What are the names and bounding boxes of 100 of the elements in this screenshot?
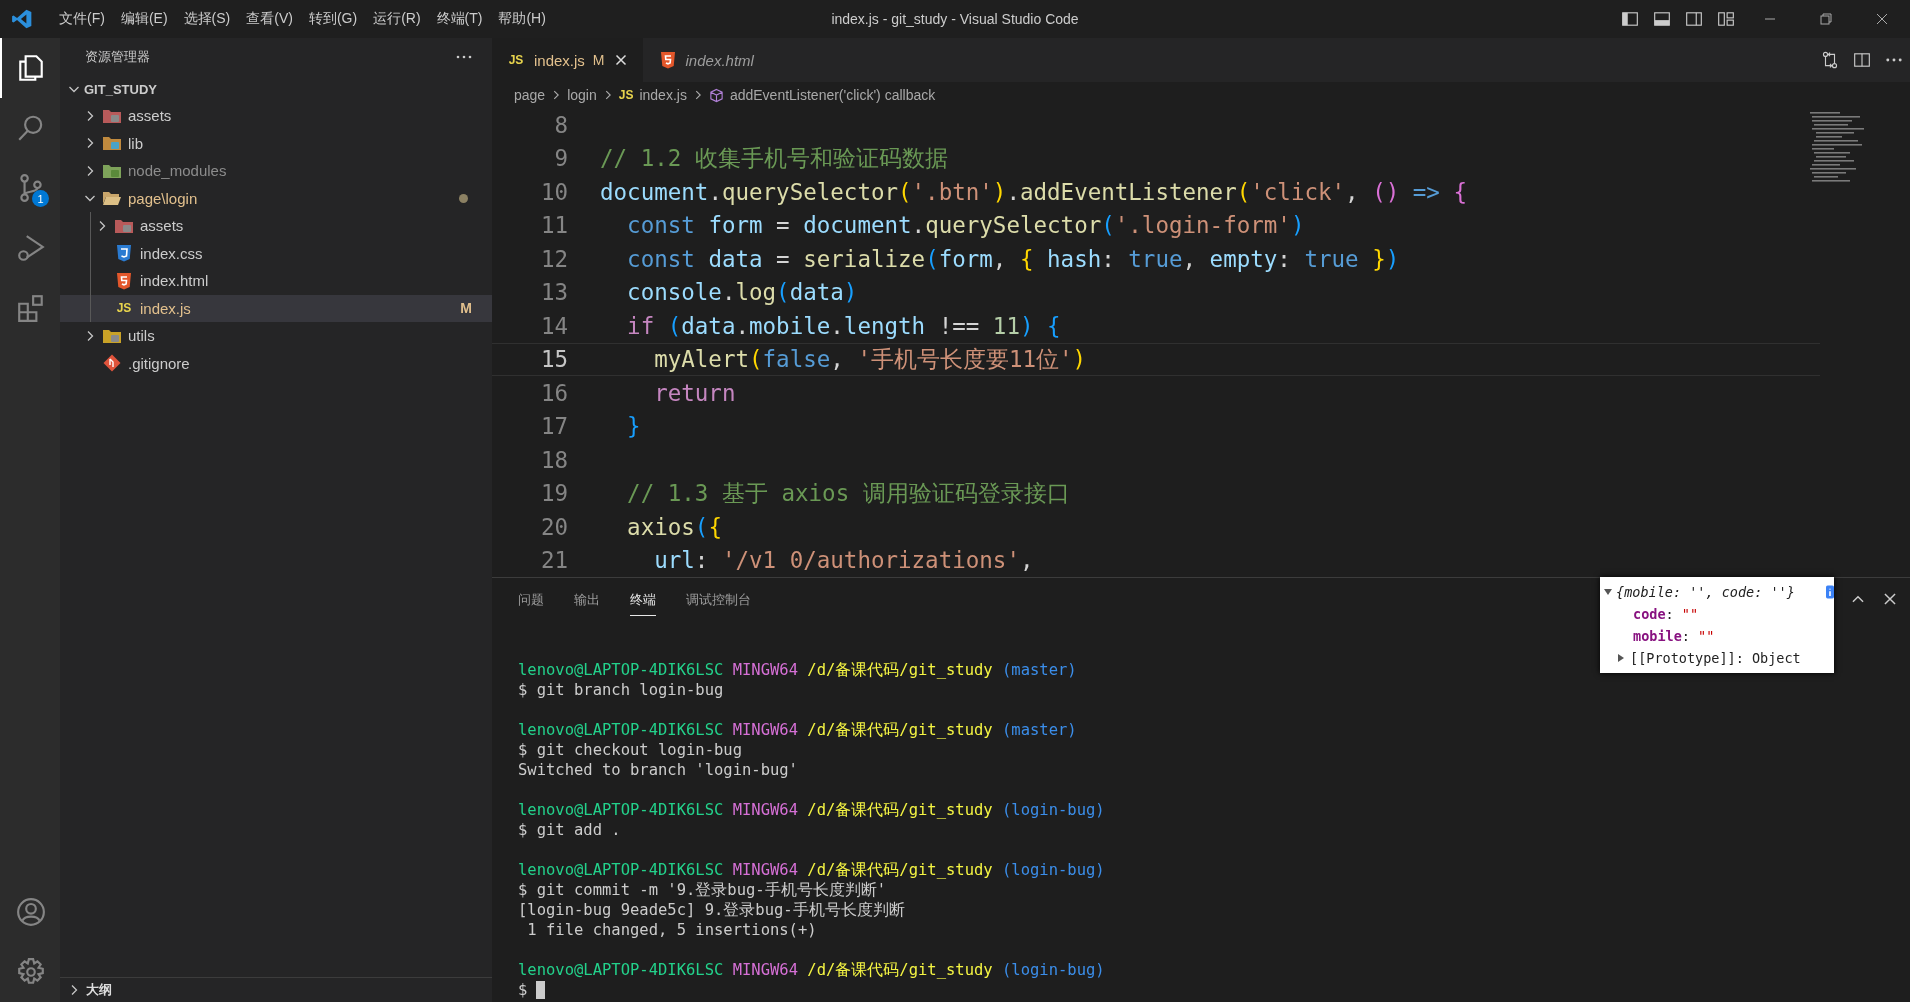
code-line: document.querySelector('.btn').addEventListener('click', () => {	[600, 178, 1467, 205]
layout-grid-icon[interactable]	[1717, 10, 1735, 28]
terminal-line: 1 file changed, 5 insertions(+)	[526, 920, 818, 940]
terminal-line: $ git add .	[518, 820, 622, 840]
menu-item[interactable]: 查看(V)	[238, 6, 301, 32]
line-number: 18	[539, 446, 568, 473]
text-cursor	[536, 981, 546, 999]
terminal-line: $	[518, 980, 528, 1000]
modified-dot	[459, 193, 468, 203]
breadcrumb-item[interactable]: login	[567, 87, 597, 103]
code-line: console.log(data)	[626, 279, 858, 306]
tree-item[interactable]: index.css	[60, 239, 492, 267]
menu-item[interactable]: 编辑(E)	[112, 6, 176, 32]
menu-item[interactable]: 帮助(H)	[490, 6, 554, 32]
settings-icon	[16, 957, 46, 987]
tree-item[interactable]: .gitignore	[60, 349, 492, 377]
panel-toggle-icon[interactable]	[1653, 10, 1671, 28]
code-line: axios({	[626, 513, 722, 540]
close-icon[interactable]	[1874, 11, 1890, 27]
object-property: mobile: ""	[1632, 627, 1716, 646]
restore-icon[interactable]	[1818, 11, 1834, 27]
tree-item[interactable]: index.html	[60, 267, 492, 295]
close-icon[interactable]	[1881, 590, 1899, 608]
menu-item[interactable]: 运行(R)	[365, 6, 429, 32]
tree-item[interactable]: node_modules	[60, 157, 492, 185]
split-editor-icon[interactable]	[1853, 51, 1871, 69]
run-debug-icon	[16, 233, 46, 263]
object-property: code: ""	[1632, 605, 1700, 624]
sidebar-title: 资源管理器	[85, 48, 150, 66]
editor-tab[interactable]: index.html	[643, 38, 769, 82]
editor-tab[interactable]: JS index.js M	[492, 38, 644, 82]
line-number: 16	[539, 379, 568, 406]
terminal-line: lenovo@LAPTOP-4DIK6LSC MINGW64 /d/备课代码/git_study (login-bug)	[518, 800, 1106, 820]
panel-tab[interactable]: 问题	[518, 584, 544, 616]
menu-item[interactable]: 终端(T)	[428, 6, 491, 32]
menu-item[interactable]: 文件(F)	[51, 6, 113, 32]
tree-item[interactable]: utils	[60, 322, 492, 350]
terminal-line: lenovo@LAPTOP-4DIK6LSC MINGW64 /d/备课代码/git_study (master)	[518, 720, 1078, 740]
terminal-line: $ git branch login-bug	[518, 680, 725, 700]
line-number: 13	[539, 279, 568, 306]
split-layout-icon[interactable]	[1685, 10, 1703, 28]
terminal-line: $ git commit -m '9.登录bug-手机号长度判断'	[518, 880, 887, 900]
tree-item[interactable]: lib	[60, 129, 492, 157]
collapsed-triangle-icon[interactable]	[1616, 653, 1626, 663]
file-type-label: JS	[507, 53, 525, 67]
diamond-icon	[102, 353, 122, 374]
code-line: if (data.mobile.length !== 11) {	[626, 312, 1061, 339]
line-number: 15	[539, 346, 568, 373]
line-number: 20	[539, 513, 568, 540]
extensions-icon	[16, 293, 46, 323]
code-line: return	[653, 379, 736, 406]
line-number: 14	[539, 312, 568, 339]
terminal-line: lenovo@LAPTOP-4DIK6LSC MINGW64 /d/备课代码/git_study (login-bug)	[518, 960, 1106, 980]
compare-icon[interactable]	[1821, 51, 1839, 69]
panel-tab[interactable]: 调试控制台	[686, 584, 751, 616]
window-title: index.js - git_study - Visual Studio Code	[831, 11, 1079, 27]
shield-icon	[114, 270, 134, 291]
terminal-line: [login-bug 9eade5c] 9.登录bug-手机号长度判断	[518, 900, 906, 920]
line-number: 11	[539, 212, 568, 239]
panel-tab[interactable]: 终端	[630, 584, 656, 616]
code-line: // 1.3 基于 axios 调用验证码登录接口	[626, 478, 1070, 508]
tree-item[interactable]: assets	[60, 102, 492, 130]
activity-item[interactable]: 1	[0, 158, 60, 218]
line-number: 12	[539, 245, 568, 272]
line-number: 21	[539, 547, 568, 574]
code-line: const data = serialize(form, { hash: true, empty: true })	[626, 245, 1400, 272]
breadcrumb-item[interactable]: addEventListener('click') callback	[708, 87, 936, 103]
terminal-line: lenovo@LAPTOP-4DIK6LSC MINGW64 /d/备课代码/git_study (master)	[518, 660, 1078, 680]
code-line: url: '/v1 0/authorizations',	[653, 547, 1034, 574]
sidebar-toggle-icon[interactable]	[1621, 10, 1639, 28]
shield-icon	[114, 243, 134, 264]
cube-icon	[708, 87, 724, 103]
file-type-label: JS	[115, 301, 133, 316]
files-icon	[16, 53, 46, 83]
line-number: 17	[539, 413, 568, 440]
code-line: // 1.2 收集手机号和验证码数据	[600, 143, 948, 173]
code-line: const form = document.querySelector('.login-form')	[626, 212, 1305, 239]
line-number: 10	[539, 178, 568, 205]
prototype-entry: [[Prototype]]: Object	[1630, 650, 1801, 666]
line-number: 9	[553, 145, 568, 172]
line-number: 8	[553, 111, 568, 138]
folder-header[interactable]: GIT_STUDY	[60, 76, 492, 102]
terminal-line: $ git checkout login-bug	[518, 740, 743, 760]
menu-item[interactable]: 转到(G)	[300, 6, 366, 32]
tree-item[interactable]: page\login	[60, 184, 492, 212]
panel-tab[interactable]: 输出	[574, 584, 600, 616]
terminal-line: lenovo@LAPTOP-4DIK6LSC MINGW64 /d/备课代码/git_study (login-bug)	[518, 860, 1106, 880]
expand-triangle-icon[interactable]	[1603, 587, 1613, 597]
breadcrumb-item[interactable]: JS index.js	[618, 87, 687, 103]
breadcrumb-item[interactable]: page	[514, 87, 546, 103]
object-summary: {mobile: '', code: ''}	[1616, 584, 1795, 600]
menu-item[interactable]: 选择(S)	[175, 6, 239, 32]
more-icon[interactable]	[456, 55, 472, 59]
account-icon	[16, 897, 46, 927]
outline-header[interactable]: 大纲	[60, 977, 492, 1002]
app-logo-icon	[11, 8, 33, 30]
tree-item[interactable]: JS index.js M	[60, 294, 492, 322]
count-badge: 1	[32, 190, 49, 207]
tree-item[interactable]: assets	[60, 212, 492, 240]
code-line: myAlert(false, '手机号长度要11位')	[653, 344, 1087, 374]
